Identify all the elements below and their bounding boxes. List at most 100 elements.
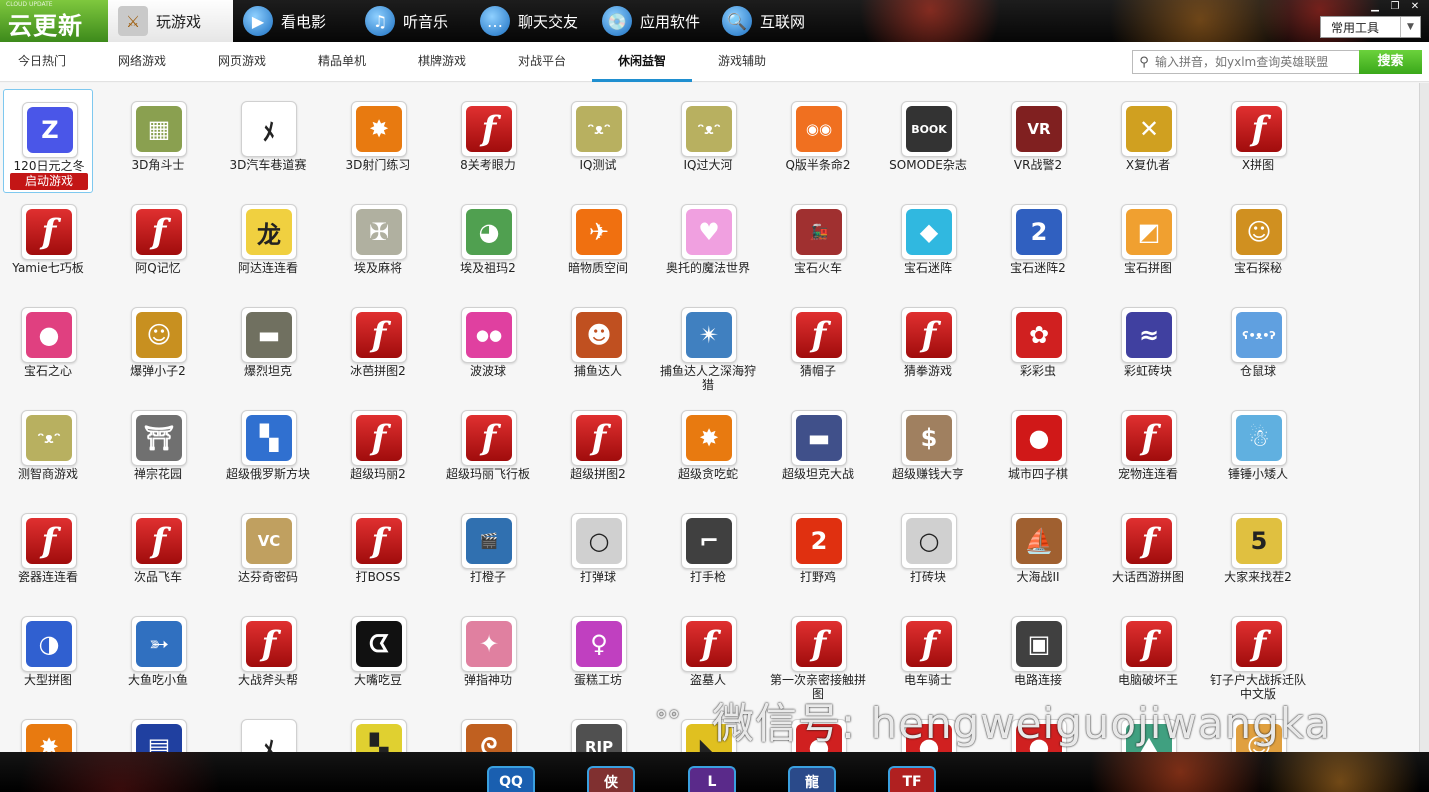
game-icon-frame[interactable]: f [131,513,187,569]
game-icon-frame[interactable]: ✸ [21,719,77,752]
game-tile[interactable]: ᘓ [443,707,533,752]
game-icon-frame[interactable]: ◩ [1121,204,1177,260]
game-tile[interactable]: ✸ [3,707,93,752]
game-icon-frame[interactable]: ᵔᴥᵔ [681,101,737,157]
game-icon-frame[interactable]: ﾒ [241,101,297,157]
game-tile[interactable]: f 瓷器连连看 [3,501,93,605]
category-tab-1[interactable]: 网络游戏 [92,42,192,82]
game-icon-frame[interactable]: ● [1011,410,1067,466]
game-icon-frame[interactable]: f [1121,513,1177,569]
restore-icon[interactable]: ❐ [1386,0,1404,12]
game-icon-frame[interactable]: 2 [791,513,847,569]
game-icon-frame[interactable]: f [1231,616,1287,672]
game-icon-frame[interactable]: 🚂 [791,204,847,260]
game-tile[interactable]: f 冰芭拼图2 [333,295,423,399]
game-icon-frame[interactable]: f [791,616,847,672]
game-tile[interactable]: ▬ 超级坦克大战 [773,398,863,502]
game-icon-frame[interactable]: ☺ [131,307,187,363]
game-icon-frame[interactable]: RIP [571,719,627,752]
scrollbar[interactable] [1419,83,1429,752]
game-tile[interactable]: ◉◉ Q版半条命2 [773,89,863,193]
game-tile[interactable]: ✴ 捕鱼达人之深海狩猎 [660,295,756,399]
game-icon-frame[interactable]: f [901,307,957,363]
lol-logo-icon[interactable]: L [688,766,736,792]
game-tile[interactable]: ﾒ 3D汽车巷道赛 [223,89,313,193]
game-icon-frame[interactable]: ➳ [131,616,187,672]
game-tile[interactable]: ✸ 超级贪吃蛇 [663,398,753,502]
game-icon-frame[interactable]: ▚ [241,410,297,466]
game-icon-frame[interactable]: ●● [461,307,517,363]
game-tile[interactable]: ●● 波波球 [443,295,533,399]
game-tile[interactable]: ● 宝石之心 [3,295,93,399]
game-tile[interactable]: f 大话西游拼图 [1103,501,1193,605]
game-tile[interactable]: Z 启动游戏 120日元之冬 [3,89,93,193]
game-tile[interactable]: 5 大家来找茬2 [1213,501,1303,605]
game-tile[interactable]: 2 打野鸡 [773,501,863,605]
game-icon-frame[interactable]: ᵔᴥᵔ [21,410,77,466]
top-tab-2[interactable]: ♫ 听音乐 [355,0,470,42]
game-icon-frame[interactable]: f [791,307,847,363]
search-button[interactable]: 搜索 [1359,50,1422,74]
search-box[interactable]: ⚲ [1132,50,1360,74]
game-tile[interactable]: ✕ X复仇者 [1103,89,1193,193]
game-icon-frame[interactable]: 2 [1011,204,1067,260]
category-tab-5[interactable]: 对战平台 [492,42,592,82]
game-tile[interactable]: ▤ [113,707,203,752]
game-tile[interactable]: ✈ 暗物质空间 [553,192,643,296]
game-icon-frame[interactable]: ♀ [571,616,627,672]
game-tile[interactable]: ﾒ [223,707,313,752]
game-icon-frame[interactable]: f [241,616,297,672]
game-tile[interactable]: RIP [553,707,643,752]
game-icon-frame[interactable]: ▦ [131,101,187,157]
game-tile[interactable]: ○ 打弹球 [553,501,643,605]
game-icon-frame[interactable]: ✈ [571,204,627,260]
game-icon-frame[interactable]: f [21,204,77,260]
game-tile[interactable]: ◑ 大型拼图 [3,604,93,708]
game-icon-frame[interactable]: ☺ [1231,204,1287,260]
game-icon-frame[interactable]: ᘓ [461,719,517,752]
game-icon-frame[interactable]: ▤ [131,719,187,752]
game-tile[interactable]: ● 城市四子棋 [993,398,1083,502]
game-tile[interactable]: ▚ [333,707,423,752]
game-tile[interactable]: ♀ 蛋糕工坊 [553,604,643,708]
game-icon-frame[interactable]: ◑ [21,616,77,672]
game-character-icon[interactable]: 侠 [587,766,635,792]
game-icon-frame[interactable]: 🎬 [461,513,517,569]
game-icon-frame[interactable]: ✦ [461,616,517,672]
game-tile[interactable]: ◆ 宝石迷阵 [883,192,973,296]
game-tile[interactable]: ◩ 宝石拼图 [1103,192,1193,296]
game-tile[interactable]: ᵔᴥᵔ 测智商游戏 [3,398,93,502]
game-icon-frame[interactable]: ✕ [1121,101,1177,157]
game-tile[interactable]: f 超级玛丽飞行板 [443,398,533,502]
game-tile[interactable]: ▬ 爆烈坦克 [223,295,313,399]
search-input[interactable] [1155,55,1355,69]
game-icon-frame[interactable]: ○ [901,513,957,569]
game-icon-frame[interactable]: VC [241,513,297,569]
game-tile[interactable]: ☻ 捕鱼达人 [553,295,643,399]
game-tile[interactable]: ▦ 3D角斗士 [113,89,203,193]
game-tile[interactable]: ✦ 弹指神功 [443,604,533,708]
top-tab-3[interactable]: … 聊天交友 [470,0,592,42]
game-icon-frame[interactable]: ⛵ [1011,513,1067,569]
game-tile[interactable]: ᗧ 大嘴吃豆 [333,604,423,708]
game-icon-frame[interactable]: ✴ [681,307,737,363]
game-tile[interactable]: ʕ•ᴥ•ʔ 仓鼠球 [1213,295,1303,399]
game-icon-frame[interactable]: f [901,616,957,672]
game-tile[interactable]: f 猜拳游戏 [883,295,973,399]
category-tab-7[interactable]: 游戏辅助 [692,42,792,82]
game-icon-frame[interactable]: ▚ [351,719,407,752]
game-icon-frame[interactable]: $ [901,410,957,466]
game-icon-frame[interactable]: ᵔᴥᵔ [571,101,627,157]
tools-dropdown[interactable]: 常用工具 ▼ [1320,16,1421,38]
game-icon-frame[interactable]: BOOK [901,101,957,157]
game-icon-frame[interactable]: ● [21,307,77,363]
qq-penguin-icon[interactable]: QQ [487,766,535,792]
game-icon-frame[interactable]: ≈ [1121,307,1177,363]
top-tab-4[interactable]: 💿 应用软件 [592,0,712,42]
game-icon-frame[interactable]: f [351,307,407,363]
game-tile[interactable]: f 打BOSS [333,501,423,605]
game-icon-frame[interactable]: ♥ [681,204,737,260]
game-icon-frame[interactable]: ○ [571,513,627,569]
game-icon-frame[interactable]: f [351,410,407,466]
game-tile[interactable]: ⌐ 打手枪 [663,501,753,605]
